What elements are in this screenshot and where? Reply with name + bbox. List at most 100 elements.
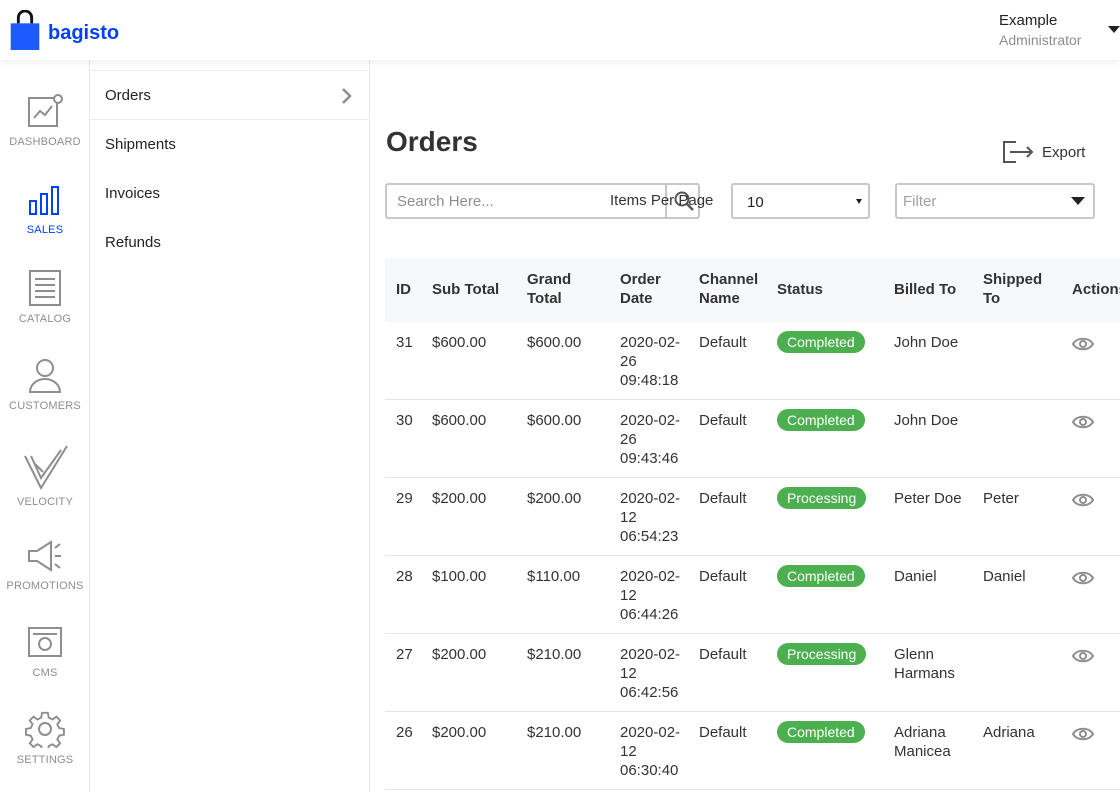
column-header-status[interactable]: Status — [777, 280, 823, 299]
export-icon — [1003, 141, 1034, 163]
logo[interactable]: bagisto — [10, 10, 119, 50]
cell-shipped-to: Daniel — [983, 568, 1026, 585]
table-row: 27 $200.00 $210.00 2020-02-12 06:42:56 D… — [385, 634, 1120, 712]
table-row: 28 $100.00 $110.00 2020-02-12 06:44:26 D… — [385, 556, 1120, 634]
nav-item-cms[interactable]: CMS — [0, 625, 90, 705]
dashboard-icon — [28, 94, 63, 127]
cell-channel: Default — [699, 646, 747, 663]
cms-icon — [28, 627, 62, 657]
filter-select[interactable]: Filter — [895, 183, 1095, 219]
nav-label: CUSTOMERS — [9, 400, 81, 412]
cell-grand-total: $110.00 — [527, 568, 581, 585]
table-row: 26 $200.00 $210.00 2020-02-12 06:30:40 D… — [385, 712, 1120, 790]
cell-channel: Default — [699, 490, 747, 507]
nav-label: CATALOG — [18, 313, 72, 325]
column-header-order-date[interactable]: Order Date — [620, 270, 680, 308]
cell-order-date: 2020-02-12 06:54:23 — [620, 490, 681, 545]
subnav-item-invoices[interactable]: Invoices — [90, 169, 369, 219]
subnav-label: Shipments — [105, 136, 176, 153]
eye-icon[interactable] — [1072, 414, 1094, 430]
user-role: Administrator — [999, 32, 1082, 48]
nav-label: CMS — [32, 667, 58, 679]
cell-billed-to: Glenn Harmans — [894, 646, 955, 682]
column-header-channel-name[interactable]: Channel Name — [699, 270, 769, 308]
eye-icon[interactable] — [1072, 726, 1094, 742]
nav-label: SALES — [26, 224, 64, 236]
nav-item-velocity[interactable]: VELOCITY — [0, 444, 90, 524]
top-bar: bagisto Example Administrator — [0, 0, 1120, 60]
cell-grand-total: $210.00 — [527, 646, 582, 663]
cell-grand-total: $600.00 — [527, 412, 582, 429]
table-header: ID Sub Total Grand Total Order Date Chan… — [385, 258, 1120, 322]
sub-nav: Orders Shipments Invoices Refunds — [90, 60, 370, 792]
column-header-shipped-to[interactable]: Shipped To — [983, 270, 1053, 308]
column-header-id[interactable]: ID — [396, 280, 411, 299]
column-header-actions: Actions — [1072, 281, 1120, 298]
status-badge: Completed — [777, 331, 865, 353]
cell-grand-total: $210.00 — [527, 724, 582, 741]
cell-channel: Default — [699, 412, 747, 429]
caret-down-icon — [856, 199, 862, 204]
cell-billed-to: Peter Doe — [894, 490, 962, 507]
caret-down-icon[interactable] — [1108, 26, 1120, 33]
cell-order-date: 2020-02-12 06:42:56 — [620, 646, 681, 701]
cell-sub-total: $100.00 — [432, 568, 487, 585]
items-per-page-select[interactable]: 10 — [731, 183, 870, 219]
cell-sub-total: $200.00 — [432, 490, 487, 507]
subnav-item-orders[interactable]: Orders — [90, 70, 369, 120]
shopping-bag-icon — [10, 10, 40, 50]
nav-item-catalog[interactable]: CATALOG — [0, 269, 90, 349]
nav-label: DASHBOARD — [9, 136, 81, 148]
cell-id: 27 — [396, 646, 413, 663]
items-per-page-label: Items Per Page — [610, 192, 714, 209]
cell-sub-total: $200.00 — [432, 724, 487, 741]
cell-shipped-to: Peter — [983, 490, 1019, 507]
table-row: 31 $600.00 $600.00 2020-02-26 09:48:18 D… — [385, 322, 1120, 400]
main-nav: DASHBOARD SALES CATALOG CUSTOMERS VELOCI… — [0, 60, 90, 792]
nav-item-dashboard[interactable]: DASHBOARD — [0, 94, 90, 174]
table-row: 30 $600.00 $600.00 2020-02-26 09:43:46 D… — [385, 400, 1120, 478]
eye-icon[interactable] — [1072, 336, 1094, 352]
eye-icon[interactable] — [1072, 648, 1094, 664]
user-menu[interactable]: Example Administrator — [999, 12, 1081, 48]
column-header-grand-total[interactable]: Grand Total — [527, 270, 587, 308]
search-input[interactable] — [397, 193, 597, 210]
cell-grand-total: $600.00 — [527, 334, 582, 351]
cell-id: 31 — [396, 334, 413, 351]
items-per-page-value: 10 — [747, 194, 764, 211]
subnav-item-shipments[interactable]: Shipments — [90, 120, 369, 170]
orders-table: ID Sub Total Grand Total Order Date Chan… — [385, 258, 1120, 790]
gear-icon — [25, 711, 65, 748]
main-content: Orders Export Items Per Page 10 Filter I… — [370, 60, 1120, 792]
status-badge: Completed — [777, 565, 865, 587]
nav-item-promotions[interactable]: PROMOTIONS — [0, 538, 90, 618]
export-button[interactable]: Export — [1002, 140, 1085, 164]
cell-channel: Default — [699, 724, 747, 741]
cell-order-date: 2020-02-26 09:48:18 — [620, 334, 681, 389]
subnav-label: Invoices — [105, 185, 161, 202]
subnav-item-refunds[interactable]: Refunds — [90, 218, 369, 268]
eye-icon[interactable] — [1072, 570, 1094, 586]
eye-icon[interactable] — [1072, 492, 1094, 508]
logo-text: bagisto — [48, 21, 120, 44]
cell-id: 30 — [396, 412, 413, 429]
filter-placeholder: Filter — [903, 193, 937, 210]
column-header-sub-total[interactable]: Sub Total — [432, 280, 499, 299]
cell-channel: Default — [699, 568, 747, 585]
nav-item-sales[interactable]: SALES — [0, 184, 90, 264]
status-badge: Completed — [777, 409, 865, 431]
nav-item-customers[interactable]: CUSTOMERS — [0, 356, 90, 436]
cell-billed-to: John Doe — [894, 412, 959, 429]
sales-icon — [29, 186, 59, 215]
column-header-billed-to[interactable]: Billed To — [894, 280, 974, 299]
page-title: Orders — [386, 126, 478, 157]
export-label: Export — [1042, 143, 1086, 161]
nav-item-settings[interactable]: SETTINGS — [0, 710, 90, 790]
velocity-icon — [24, 445, 68, 490]
cell-billed-to: John Doe — [894, 334, 959, 351]
cell-order-date: 2020-02-12 06:44:26 — [620, 568, 681, 623]
chevron-right-icon — [342, 88, 352, 104]
caret-down-icon — [1071, 197, 1085, 205]
cell-order-date: 2020-02-26 09:43:46 — [620, 412, 681, 467]
cell-id: 28 — [396, 568, 413, 585]
